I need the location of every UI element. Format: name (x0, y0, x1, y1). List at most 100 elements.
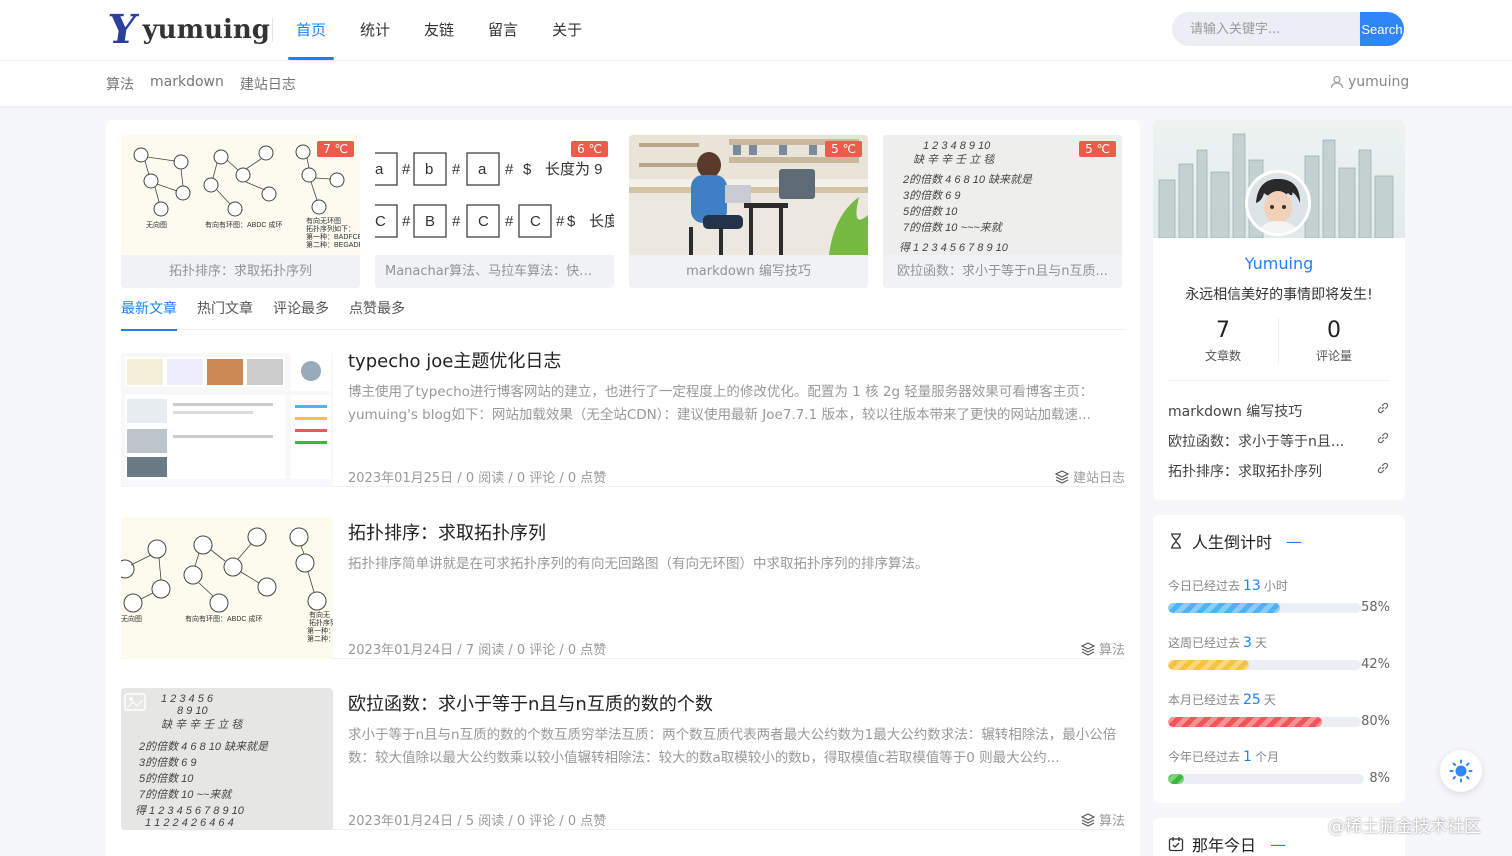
svg-text:#: # (505, 213, 514, 230)
svg-text:$: $ (523, 161, 532, 178)
collapse-toggle[interactable]: — (1286, 532, 1302, 551)
collapse-toggle[interactable]: — (1270, 835, 1286, 854)
layers-icon (1080, 641, 1095, 656)
svg-text:#: # (556, 213, 565, 230)
main-content: 无向图有向有环图：ABDC 成环有向无环图拓扑序列如下：第一种：BADFCEG第… (106, 120, 1140, 856)
post-category[interactable]: 算法 (1080, 639, 1125, 658)
featured-title: Manachar算法、马拉车算法：快速... (375, 255, 614, 288)
article-count-stat: 7 文章数 (1168, 318, 1278, 364)
post-meta: 2023年01月24日 / 7 阅读 / 0 评论 / 0 点赞 (348, 643, 607, 658)
post-category[interactable]: 建站日志 (1054, 467, 1125, 486)
calendar-icon (1168, 837, 1184, 852)
post-category[interactable]: 算法 (1080, 810, 1125, 829)
category-algorithm[interactable]: 算法 (106, 74, 134, 94)
featured-card[interactable]: 无向图 有向有环图：ABDC 成环 有向无环图拓扑序列如下：第一种：BADFCEG第… (121, 135, 360, 288)
post-thumbnail[interactable] (121, 345, 333, 487)
svg-text:第一种：BADFCEG: 第一种：BADFCEG (306, 232, 360, 241)
nav-links[interactable]: 友链 (410, 0, 468, 60)
nav-home[interactable]: 首页 (282, 0, 340, 60)
svg-text:拓扑序列: 拓扑序列 (309, 618, 333, 627)
link-icon (1377, 462, 1389, 474)
user-menu[interactable]: yumuing (1330, 74, 1409, 90)
post-item[interactable]: typecho joe主题优化日志 博主使用了typecho进行博客网站的建立，… (121, 345, 1125, 487)
recommended-link[interactable]: markdown 编写技巧 (1168, 401, 1390, 421)
post-excerpt: 求小于等于n且与n互质的数的个数互质穷举法互质：两个数互质代表两者最大公约数为1… (348, 727, 1117, 766)
progress-bar (1168, 716, 1362, 727)
tab-popular[interactable]: 热门文章 (197, 296, 253, 330)
category-site-log[interactable]: 建站日志 (240, 74, 296, 94)
svg-text:1 2 3 4 8 9 10: 1 2 3 4 8 9 10 (923, 140, 991, 152)
nav-stats[interactable]: 统计 (346, 0, 404, 60)
nav-about[interactable]: 关于 (538, 0, 596, 60)
comment-count-stat: 0 评论量 (1279, 318, 1389, 364)
svg-text:B: B (425, 213, 435, 230)
progress-percent: 80% (1361, 714, 1390, 729)
author-card: Yumuing 永远相信美好的事情即将发生! 7 文章数 0 评论量 markd… (1153, 120, 1405, 500)
post-meta: 2023年01月24日 / 5 阅读 / 0 评论 / 0 点赞 (348, 814, 607, 829)
progress-fill (1168, 602, 1280, 613)
svg-text:#: # (402, 161, 411, 178)
article-count-label: 文章数 (1204, 349, 1241, 363)
svg-text:得 1 2 3 4 5 6 7 8 9 10: 得 1 2 3 4 5 6 7 8 9 10 (899, 241, 1009, 254)
author-name[interactable]: Yumuing (1153, 254, 1405, 273)
search-input[interactable] (1172, 12, 1360, 46)
featured-posts: 无向图 有向有环图：ABDC 成环 有向无环图拓扑序列如下：第一种：BADFCEG第… (121, 135, 1122, 288)
nav-guestbook[interactable]: 留言 (474, 0, 532, 60)
temperature-badge: 5 ℃ (1079, 141, 1116, 157)
featured-card[interactable]: 5 ℃ markdown 编写技巧 (629, 135, 868, 288)
watermark: @稀土掘金技术社区 (1328, 817, 1481, 837)
post-excerpt: 博主使用了typecho进行博客网站的建立，也进行了一定程度上的修改优化。配置为… (348, 384, 1094, 423)
post-thumbnail[interactable]: 1 2 3 4 5 6 8 9 10 缺 辛 辛 壬 立 毯 2的倍数 4 6 … (121, 688, 333, 830)
category-markdown[interactable]: markdown (150, 74, 224, 94)
featured-card[interactable]: 1 2 3 4 8 9 10 缺 辛 辛 壬 立 毯 2的倍数 4 6 8 10… (883, 135, 1122, 288)
featured-title: 拓扑排序：求取拓扑序列 (121, 255, 360, 288)
tab-latest[interactable]: 最新文章 (121, 296, 177, 331)
history-header: 那年今日 — (1168, 832, 1286, 856)
site-logo[interactable]: Y yumuing (105, 6, 270, 53)
svg-text:3的倍数 6 9: 3的倍数 6 9 (139, 756, 196, 769)
svg-text:长度: 长度 (589, 213, 614, 230)
svg-text:3的倍数 6 9: 3的倍数 6 9 (903, 189, 960, 202)
article-tabs: 最新文章 热门文章 评论最多 点赞最多 (121, 296, 1125, 331)
post-title[interactable]: typecho joe主题优化日志 (348, 347, 561, 373)
svg-text:#: # (452, 213, 461, 230)
post-excerpt: 拓扑排序简单讲就是在可求拓扑序列的有向无回路图（有向无环图）中求取拓扑序列的排序… (348, 556, 929, 572)
theme-toggle-button[interactable] (1440, 750, 1482, 792)
post-item[interactable]: 1 2 3 4 5 6 8 9 10 缺 辛 辛 壬 立 毯 2的倍数 4 6 … (121, 688, 1125, 830)
svg-text:拓扑序列如下：: 拓扑序列如下： (306, 224, 355, 233)
progress-fill (1168, 659, 1250, 670)
comment-count-label: 评论量 (1315, 349, 1352, 363)
post-thumbnail[interactable]: 无向图 有向有环图：ABDC 成环 有向无拓扑序列第一种：B第二种：B (121, 517, 333, 659)
progress-fill (1168, 773, 1184, 784)
svg-text:无向图: 无向图 (121, 614, 142, 623)
svg-text:C: C (375, 213, 386, 230)
tab-most-likes[interactable]: 点赞最多 (349, 296, 405, 330)
svg-text:C: C (530, 213, 541, 230)
post-title[interactable]: 拓扑排序：求取拓扑序列 (348, 519, 546, 545)
temperature-badge: 7 ℃ (317, 141, 354, 157)
featured-card[interactable]: a # b # a # $ 长度为 9 C # B # C # C # $ 长度 6 ℃ Manachar算法、… (375, 135, 614, 288)
hourglass-icon (1171, 533, 1181, 549)
recommended-link[interactable]: 拓扑排序：求取拓扑序列 (1168, 461, 1390, 481)
tab-most-comments[interactable]: 评论最多 (273, 296, 329, 330)
layers-icon (1080, 812, 1095, 827)
svg-text:有向无: 有向无 (309, 610, 330, 619)
svg-text:7的倍数 10 ~~来就: 7的倍数 10 ~~来就 (139, 788, 233, 801)
recommended-link[interactable]: 欧拉函数：求小于等于n且... (1168, 431, 1390, 451)
search-button[interactable]: Search (1360, 12, 1404, 46)
category-nav: 算法 markdown 建站日志 (106, 74, 296, 94)
progress-bar (1168, 659, 1362, 670)
comment-count: 0 (1327, 318, 1341, 343)
user-name: yumuing (1348, 74, 1410, 90)
countdown-today: 今日已经过去 13 小时 58% (1168, 578, 1390, 615)
post-meta: 2023年01月25日 / 0 阅读 / 0 评论 / 0 点赞 (348, 471, 607, 486)
svg-text:$: $ (567, 213, 576, 230)
avatar[interactable] (1245, 170, 1311, 236)
progress-bar (1168, 773, 1364, 784)
featured-image: 1 2 3 4 8 9 10 缺 辛 辛 壬 立 毯 2的倍数 4 6 8 10… (883, 135, 1122, 255)
temperature-badge: 6 ℃ (571, 141, 608, 157)
post-title[interactable]: 欧拉函数：求小于等于n且与n互质的数的个数 (348, 690, 713, 716)
progress-bar (1168, 602, 1362, 613)
post-item[interactable]: 无向图 有向有环图：ABDC 成环 有向无拓扑序列第一种：B第二种：B 拓扑排序：求… (121, 517, 1125, 659)
svg-text:有向有环图：ABDC 成环: 有向有环图：ABDC 成环 (205, 220, 282, 229)
